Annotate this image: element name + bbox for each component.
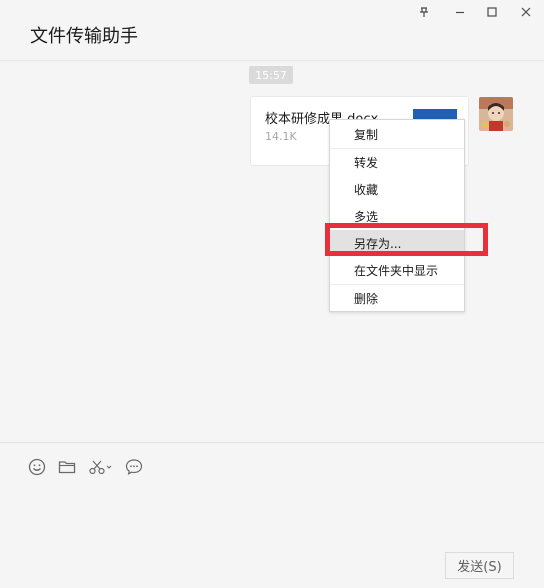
title-bar: 文件传输助手 xyxy=(0,0,544,61)
file-size: 14.1K xyxy=(265,130,297,143)
menu-item-favorite[interactable]: 收藏 xyxy=(330,176,464,202)
message-input-area[interactable]: 发送(S) xyxy=(0,443,544,588)
message-timestamp: 15:57 xyxy=(249,66,293,84)
window-title: 文件传输助手 xyxy=(30,26,138,47)
context-menu: 复制 转发 收藏 多选 另存为... 在文件夹中显示 删除 xyxy=(329,119,465,312)
pin-icon[interactable] xyxy=(410,3,438,21)
menu-item-copy[interactable]: 复制 xyxy=(330,121,464,147)
send-button[interactable]: 发送(S) xyxy=(445,552,514,579)
avatar[interactable] xyxy=(479,97,513,131)
maximize-icon[interactable] xyxy=(478,3,506,21)
minimize-icon[interactable] xyxy=(446,3,474,21)
folder-icon[interactable] xyxy=(57,457,77,477)
emoji-icon[interactable] xyxy=(27,457,47,477)
close-icon[interactable] xyxy=(512,3,540,21)
menu-item-forward[interactable]: 转发 xyxy=(330,149,464,175)
menu-item-multi-select[interactable]: 多选 xyxy=(330,203,464,229)
menu-item-save-as[interactable]: 另存为... xyxy=(330,230,464,256)
chat-bubble-icon[interactable] xyxy=(124,457,144,477)
scissors-icon[interactable] xyxy=(87,457,115,477)
menu-item-delete[interactable]: 删除 xyxy=(330,285,464,311)
menu-item-show-in-folder[interactable]: 在文件夹中显示 xyxy=(330,257,464,283)
